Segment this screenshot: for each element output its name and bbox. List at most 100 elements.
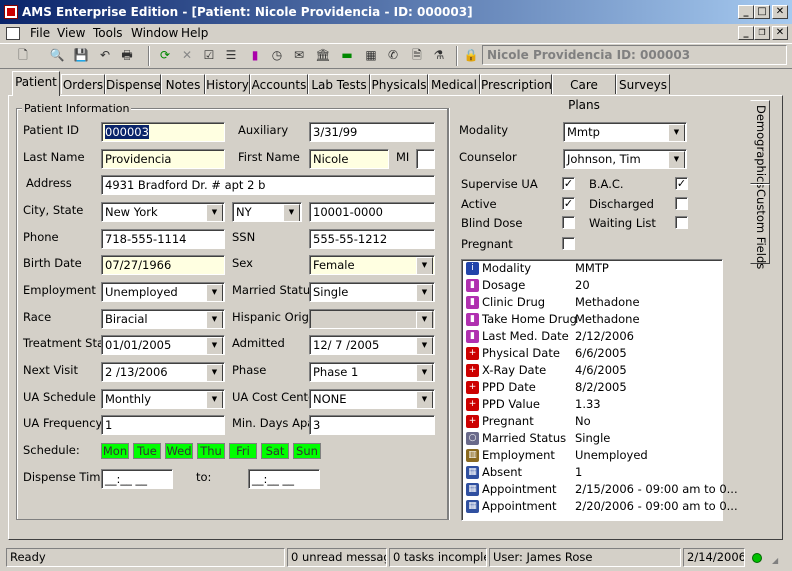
tab-history[interactable]: History xyxy=(205,74,250,94)
menu-view[interactable]: View xyxy=(57,24,85,42)
sex-select[interactable]: Female xyxy=(309,255,435,275)
summary-row[interactable]: ▮ Last Med. Date 2/12/2006 xyxy=(464,328,719,345)
tab-medical[interactable]: Medical xyxy=(428,74,480,94)
mi-field[interactable] xyxy=(416,149,435,169)
medicine-icon[interactable]: ▮ xyxy=(246,46,264,64)
state-select[interactable]: NY xyxy=(232,202,302,222)
lock-icon[interactable]: 🔒 xyxy=(462,46,480,64)
status-tasks[interactable]: 0 tasks incomplete xyxy=(389,548,487,567)
summary-row[interactable]: ▥ Employment Unemployed xyxy=(464,447,719,464)
discharged-checkbox[interactable] xyxy=(675,197,688,210)
print-icon[interactable]: 🖶 xyxy=(118,46,136,64)
schedule-day-thu[interactable]: Thu xyxy=(197,443,225,459)
mdi-restore-button[interactable]: ❐ xyxy=(754,26,770,40)
phase-select[interactable]: Phase 1 xyxy=(309,362,435,382)
blind-dose-checkbox[interactable] xyxy=(562,216,575,229)
delete-icon[interactable]: ✕ xyxy=(178,46,196,64)
save-icon[interactable]: 💾 xyxy=(72,46,90,64)
ua-schedule-select[interactable]: Monthly xyxy=(101,389,225,409)
summary-row[interactable]: ▮ Dosage 20 xyxy=(464,277,719,294)
resize-grip-icon[interactable]: ◢ xyxy=(772,556,786,566)
tab-physicals[interactable]: Physicals xyxy=(370,74,428,94)
menu-window[interactable]: Window xyxy=(131,24,178,42)
document-icon[interactable] xyxy=(6,27,20,40)
ssn-field[interactable]: 555-55-1212 xyxy=(309,229,435,249)
pregnant-checkbox[interactable] xyxy=(562,237,575,250)
dispense-time-to[interactable]: __:__ __ xyxy=(248,469,320,489)
summary-row[interactable]: + X-Ray Date 4/6/2005 xyxy=(464,362,719,379)
summary-row[interactable]: ▦ Appointment 2/20/2006 - 09:00 am to 0... xyxy=(464,498,738,515)
min-days-apart-field[interactable]: 3 xyxy=(309,415,435,435)
minimize-button[interactable]: _ xyxy=(738,5,754,19)
summary-row[interactable]: + Physical Date 6/6/2005 xyxy=(464,345,719,362)
zip-field[interactable]: 10001-0000 xyxy=(309,202,435,222)
phone-icon[interactable]: ✆ xyxy=(384,46,402,64)
schedule-day-tue[interactable]: Tue xyxy=(133,443,161,459)
last-name-field[interactable]: Providencia xyxy=(101,149,225,169)
birth-date-field[interactable]: 07/27/1966 xyxy=(101,255,225,275)
menu-tools[interactable]: Tools xyxy=(93,24,123,42)
tab-orders[interactable]: Orders xyxy=(61,74,105,94)
summary-row[interactable]: i Modality MMTP xyxy=(464,260,719,277)
notes-icon[interactable]: ☰ xyxy=(222,46,240,64)
lab-icon[interactable]: ⚗ xyxy=(430,46,448,64)
close-button[interactable]: ✕ xyxy=(772,5,788,19)
report-icon[interactable]: 🗎 xyxy=(408,46,426,64)
phone-field[interactable]: 718-555-1114 xyxy=(101,229,225,249)
summary-row[interactable]: + PPD Date 8/2/2005 xyxy=(464,379,719,396)
employment-select[interactable]: Unemployed xyxy=(101,282,225,302)
refresh-icon[interactable]: ⟳ xyxy=(156,46,174,64)
tab-prescriptions[interactable]: Prescriptions xyxy=(480,74,558,94)
mail-icon[interactable]: ✉ xyxy=(290,46,308,64)
bac-checkbox[interactable]: ✓ xyxy=(675,177,688,190)
supervise-ua-checkbox[interactable]: ✓ xyxy=(562,177,575,190)
menu-help[interactable]: Help xyxy=(181,24,208,42)
schedule-day-sun[interactable]: Sun xyxy=(293,443,321,459)
admitted-field[interactable]: 12/ 7 /2005 xyxy=(309,335,435,355)
address-field[interactable]: 4931 Bradford Dr. # apt 2 b xyxy=(101,175,435,195)
summary-row[interactable]: ▦ Appointment 2/15/2006 - 09:00 am to 0... xyxy=(464,481,738,498)
hispanic-origin-select[interactable] xyxy=(309,309,435,329)
status-messages[interactable]: 0 unread messages xyxy=(287,548,387,567)
waiting-list-checkbox[interactable] xyxy=(675,216,688,229)
calendar-icon[interactable]: ▦ xyxy=(362,46,380,64)
clock-icon[interactable]: ◷ xyxy=(268,46,286,64)
dispense-time-from[interactable]: __:__ __ xyxy=(101,469,173,489)
summary-row[interactable]: + PPD Value 1.33 xyxy=(464,396,719,413)
schedule-day-sat[interactable]: Sat xyxy=(261,443,289,459)
active-checkbox[interactable]: ✓ xyxy=(562,197,575,210)
tab-notes[interactable]: Notes xyxy=(161,74,205,94)
auxiliary-field[interactable]: 3/31/99 xyxy=(309,122,435,142)
married-status-select[interactable]: Single xyxy=(309,282,435,302)
next-visit-field[interactable]: 2 /13/2006 xyxy=(101,362,225,382)
schedule-day-wed[interactable]: Wed xyxy=(165,443,193,459)
money-icon[interactable]: ▬ xyxy=(338,46,356,64)
ua-cost-center-select[interactable]: NONE xyxy=(309,389,435,409)
tab-care-plans[interactable]: Care Plans xyxy=(552,74,616,112)
modality-select[interactable]: Mmtp xyxy=(563,122,687,142)
tab-accounts[interactable]: Accounts xyxy=(250,74,308,94)
tab-surveys[interactable]: Surveys xyxy=(616,74,670,94)
tab-demographics[interactable]: Demographics xyxy=(750,100,770,188)
checklist-icon[interactable]: ☑ xyxy=(200,46,218,64)
schedule-day-fri[interactable]: Fri xyxy=(229,443,257,459)
summary-row[interactable]: + Pregnant No xyxy=(464,413,719,430)
summary-row[interactable]: ▦ Absent 1 xyxy=(464,464,719,481)
first-name-field[interactable]: Nicole xyxy=(309,149,389,169)
tab-custom-fields[interactable]: Custom Fields xyxy=(750,184,770,269)
find-icon[interactable]: 🔍 xyxy=(48,46,66,64)
city-select[interactable]: New York xyxy=(101,202,225,222)
ua-frequency-field[interactable]: 1 xyxy=(101,415,225,435)
summary-row[interactable]: ▮ Clinic Drug Methadone xyxy=(464,294,719,311)
mdi-close-button[interactable]: ✕ xyxy=(772,26,788,40)
new-icon[interactable]: 🗋 xyxy=(14,46,32,64)
tab-patient[interactable]: Patient xyxy=(12,71,60,96)
app-icon[interactable] xyxy=(4,5,18,19)
tab-dispense[interactable]: Dispense xyxy=(105,74,161,94)
summary-row[interactable]: ○ Married Status Single xyxy=(464,430,719,447)
treatment-start-field[interactable]: 01/01/2005 xyxy=(101,335,225,355)
patient-id-field[interactable]: 000003 xyxy=(101,122,225,142)
mdi-minimize-button[interactable]: _ xyxy=(738,26,754,40)
counselor-select[interactable]: Johnson, Tim xyxy=(563,149,687,169)
undo-icon[interactable]: ↶ xyxy=(96,46,114,64)
